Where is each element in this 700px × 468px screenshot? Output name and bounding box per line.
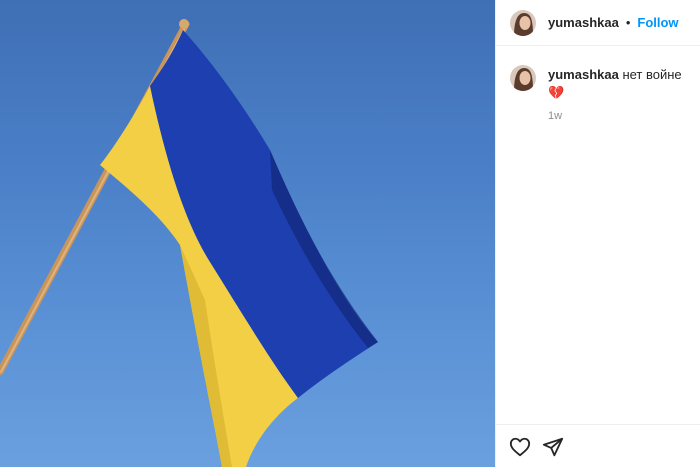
separator-dot: • — [625, 15, 631, 30]
caption-message: нет войне — [622, 67, 682, 82]
broken-heart-emoji: 💔 — [548, 85, 565, 100]
post-header: yumashkaa • Follow — [496, 0, 700, 46]
caption-text: yumashkaa нет войне 💔 — [548, 66, 686, 102]
post-side-panel: yumashkaa • Follow yumashkaa нет войне 💔… — [495, 0, 700, 467]
comment-timestamp[interactable]: 1w — [548, 110, 686, 122]
post-image[interactable] — [0, 0, 495, 467]
follow-button[interactable]: Follow — [637, 15, 678, 30]
post-author-username[interactable]: yumashkaa — [548, 15, 619, 30]
ukraine-flag-photo — [0, 19, 378, 467]
caption-comment: yumashkaa нет войне 💔 1w — [496, 46, 700, 122]
action-bar — [496, 424, 700, 468]
caption-username[interactable]: yumashkaa — [548, 67, 619, 82]
avatar[interactable] — [510, 65, 536, 91]
avatar[interactable] — [510, 9, 536, 36]
flag-pole-finial — [179, 19, 189, 29]
heart-icon[interactable] — [509, 436, 531, 458]
paper-plane-icon[interactable] — [542, 436, 564, 458]
